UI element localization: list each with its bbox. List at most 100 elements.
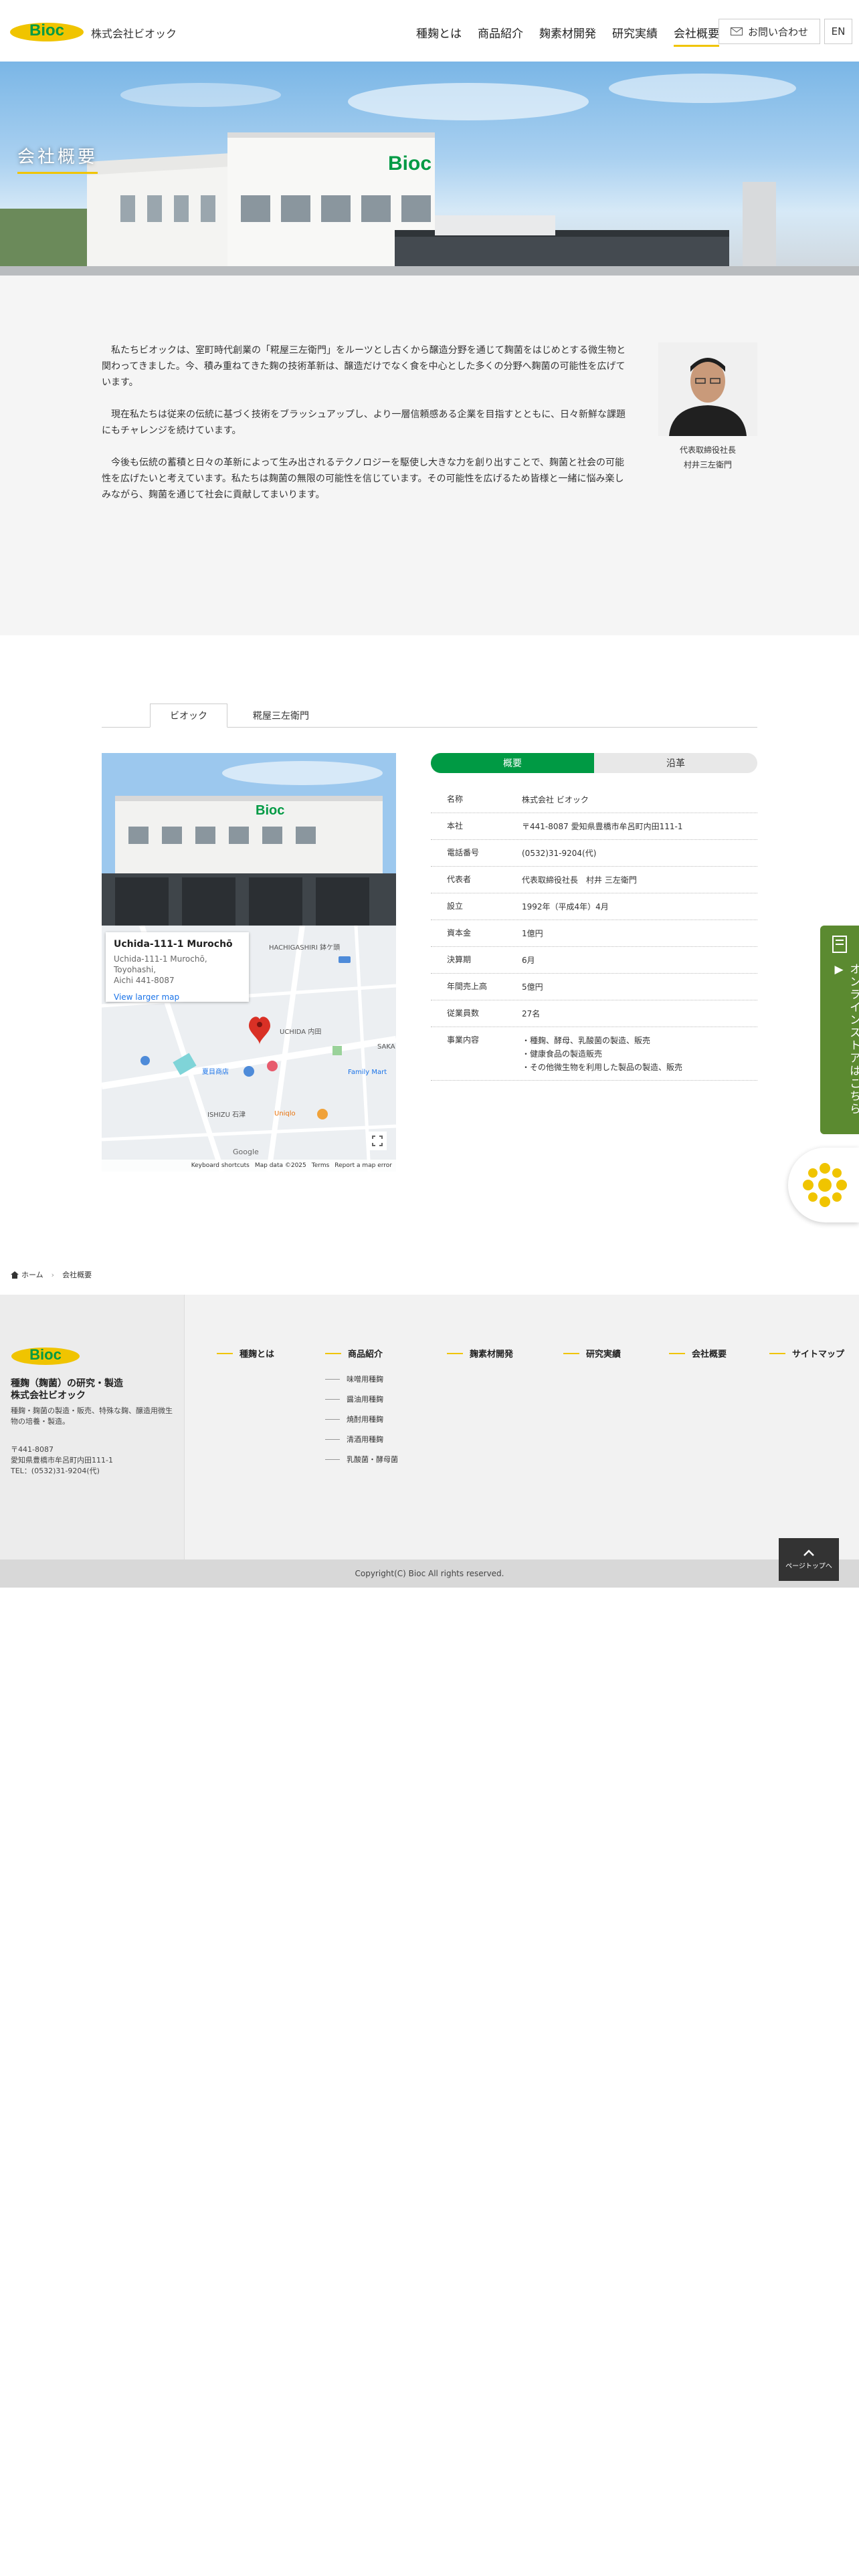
footer-nav-materials[interactable]: 麹素材開発 — [447, 1347, 513, 1360]
tab-bioc[interactable]: ビオック — [150, 704, 227, 728]
footer-company-info: Bioc 種麹（麹菌）の研究・製造 株式会社ビオック 種麹・麹菌の製造・販売、特… — [0, 1295, 185, 1560]
fullscreen-icon[interactable] — [368, 1132, 387, 1150]
ceo-name: 村井三左衛門 — [683, 460, 732, 469]
footer-nav-sitemap[interactable]: サイトマップ — [769, 1347, 844, 1360]
footer-sub-label: 乳酸菌・酵母菌 — [347, 1455, 398, 1464]
map-place-title: Uchida-111-1 Murochō — [114, 939, 233, 950]
intro-paragraph-2: 現在私たちは従来の伝統に基づく技術をブラッシュアップし、より一層信頼感ある企業を… — [102, 409, 626, 436]
row-value: 〒441-8087 愛知県豊橋市牟呂町内田111-1 — [522, 822, 683, 831]
toggle-history[interactable]: 沿革 — [594, 753, 757, 773]
language-button[interactable]: EN — [824, 19, 852, 44]
nav-item-products[interactable]: 商品紹介 — [478, 24, 523, 47]
footer-sub-miso[interactable]: 味噌用種麹 — [325, 1374, 383, 1384]
online-store-label: オンラインストアはこちら ▶ — [832, 963, 859, 1115]
table-row: 事業内容 ・種麹、酵母、乳酸菌の製造、販売 ・健康食品の製造販売 ・その他微生物を… — [431, 1027, 757, 1081]
footer-sub-dash — [325, 1418, 340, 1420]
map-place-card: Uchida-111-1 Murochō Uchida-111-1 Muroch… — [106, 932, 249, 1002]
row-label: 名称 — [447, 794, 464, 804]
footer-sub-label: 醤油用種麹 — [347, 1395, 383, 1404]
breadcrumb-home[interactable]: ホーム — [21, 1269, 43, 1280]
map-terms[interactable]: Terms — [312, 1162, 330, 1169]
nav-item-research[interactable]: 研究実績 — [612, 24, 658, 47]
footer-nav-dash — [769, 1352, 785, 1354]
map-report-error[interactable]: Report a map error — [335, 1162, 392, 1169]
map-label-uniqlo: Uniqlo — [274, 1110, 296, 1117]
footer-sub-sake[interactable]: 清酒用種麹 — [325, 1434, 383, 1444]
bioc-logo[interactable]: Bioc — [9, 17, 84, 43]
view-larger-map-link[interactable]: View larger map — [114, 992, 241, 1002]
footer-sub-dash — [325, 1378, 340, 1380]
site-header: Bioc 株式会社ビオック 種麹とは 商品紹介 麹素材開発 研究実績 会社概要 … — [0, 0, 859, 62]
map-address-line-1: Uchida-111-1 Murochō, Toyohashi, — [114, 954, 207, 974]
svg-text:Bioc: Bioc — [388, 152, 432, 175]
map-keyboard-shortcuts[interactable]: Keyboard shortcuts — [191, 1162, 250, 1169]
table-row: 年間売上高 5億円 — [431, 974, 757, 1000]
site-footer: Bioc 種麹（麹菌）の研究・製造 株式会社ビオック 種麹・麹菌の製造・販売、特… — [0, 1295, 859, 1560]
main-nav: 種麹とは 商品紹介 麹素材開発 研究実績 会社概要 — [416, 24, 735, 47]
footer-nav-koji[interactable]: 種麹とは — [217, 1347, 274, 1360]
footer-tagline-2: 株式会社ビオック — [11, 1390, 86, 1401]
online-store-tab[interactable]: オンラインストアはこちら ▶ — [820, 926, 859, 1134]
footer-nav-label: 種麹とは — [240, 1350, 275, 1360]
row-value: 代表取締役社長 村井 三左衛門 — [522, 875, 637, 885]
page-top-label: ページトップへ — [785, 1562, 832, 1570]
footer-sub-dash — [325, 1459, 340, 1460]
tab-kojiya[interactable]: 糀屋三左衛門 — [241, 704, 321, 728]
footer-sub-label: 味噌用種麹 — [347, 1375, 383, 1384]
map-place-address: Uchida-111-1 Murochō, Toyohashi, Aichi 4… — [114, 954, 241, 986]
row-label: 従業員数 — [447, 1008, 480, 1018]
footer-nav-dash — [447, 1352, 463, 1354]
intro-paragraph-3: 今後も伝統の蓄積と日々の革新によって生み出されるテクノロジーを駆使し大きな力を創… — [102, 457, 625, 500]
contact-button[interactable]: お問い合わせ — [719, 19, 820, 44]
footer-postal: 〒441-8087 — [11, 1445, 54, 1454]
footer-nav-dash — [669, 1352, 685, 1354]
chevron-up-icon — [803, 1549, 814, 1556]
koji-mold-icon — [803, 1163, 847, 1207]
footer-nav-products[interactable]: 商品紹介 — [325, 1347, 383, 1360]
ceo-photo — [658, 342, 757, 436]
intro-paragraph-1: 私たちビオックは、室町時代創業の「糀屋三左衛門」をルーツとし古くから醸造分野を通… — [102, 345, 626, 388]
map-label-saka: SAKA — [377, 1043, 395, 1051]
footer-nav-label: 研究実績 — [586, 1350, 622, 1360]
ceo-caption: 代表取締役社長 村井三左衛門 — [658, 443, 757, 472]
intro-section: 私たちビオックは、室町時代創業の「糀屋三左衛門」をルーツとし古くから醸造分野を通… — [0, 276, 859, 635]
footer-bioc-logo[interactable]: Bioc — [11, 1343, 80, 1366]
koji-flower-button[interactable] — [788, 1148, 859, 1222]
chevron-right-icon: › — [51, 1270, 55, 1279]
footer-nav-dash — [217, 1352, 233, 1354]
footer-nav-research[interactable]: 研究実績 — [563, 1347, 621, 1360]
toggle-overview[interactable]: 概要 — [431, 753, 594, 773]
footer-nav-company[interactable]: 会社概要 — [669, 1347, 727, 1360]
home-icon — [11, 1271, 19, 1279]
footer-sub-lactic[interactable]: 乳酸菌・酵母菌 — [325, 1454, 398, 1465]
row-label: 決算期 — [447, 955, 472, 964]
footer-sub-shoyu[interactable]: 醤油用種麹 — [325, 1394, 383, 1404]
ceo-title: 代表取締役社長 — [679, 445, 736, 455]
row-value: 6月 — [522, 956, 535, 965]
footer-description: 種麹・麹菌の製造・販売、特殊な麹、醸造用微生物の培養・製造。 — [11, 1406, 173, 1426]
breadcrumb: ホーム › 会社概要 — [11, 1269, 92, 1280]
footer-sub-dash — [325, 1438, 340, 1440]
table-row: 名称 株式会社 ビオック — [431, 786, 757, 813]
table-row: 決算期 6月 — [431, 947, 757, 974]
footer-sub-label: 焼酎用種麹 — [347, 1415, 383, 1424]
map-label-google: Google — [233, 1148, 259, 1156]
nav-item-materials[interactable]: 麹素材開発 — [539, 24, 596, 47]
table-row: 電話番号 (0532)31-9204(代) — [431, 840, 757, 867]
footer-address: 〒441-8087 愛知県豊橋市牟呂町内田111-1 TEL：(0532)31-… — [11, 1444, 113, 1477]
company-name: 株式会社ビオック — [91, 27, 177, 40]
footer-sub-shochu[interactable]: 焼酎用種麹 — [325, 1414, 383, 1424]
intro-text: 私たちビオックは、室町時代創業の「糀屋三左衛門」をルーツとし古くから醸造分野を通… — [102, 342, 630, 519]
table-row: 設立 1992年（平成4年）4月 — [431, 893, 757, 920]
building-photo: Bioc — [102, 753, 396, 926]
nav-item-koji[interactable]: 種麹とは — [416, 24, 462, 47]
google-map[interactable]: HACHIGASHIRI 鉢ケ頭 UCHIDA 内田 SAKA Family M… — [102, 926, 396, 1172]
footer-nav-dash — [325, 1352, 341, 1354]
row-label: 資本金 — [447, 928, 472, 938]
page-top-button[interactable]: ページトップへ — [779, 1538, 839, 1581]
row-label: 代表者 — [447, 875, 472, 884]
mail-icon — [730, 27, 743, 35]
nav-item-company[interactable]: 会社概要 — [674, 24, 719, 47]
company-profile-table: 名称 株式会社 ビオック 本社 〒441-8087 愛知県豊橋市牟呂町内田111-1… — [431, 786, 757, 1081]
map-label-hachigashiri: HACHIGASHIRI 鉢ケ頭 — [269, 944, 341, 952]
